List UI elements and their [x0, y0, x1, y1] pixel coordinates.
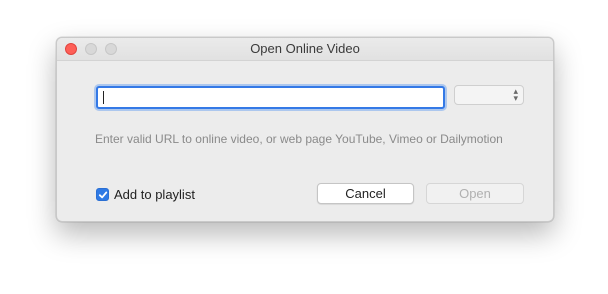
window-title: Open Online Video — [250, 41, 360, 56]
add-to-playlist-checkbox[interactable] — [96, 187, 109, 201]
url-hint-text: Enter valid URL to online video, or web … — [95, 132, 503, 146]
open-button[interactable]: Open — [426, 183, 524, 204]
add-to-playlist-row[interactable]: Add to playlist — [96, 186, 195, 202]
title-bar: Open Online Video — [57, 38, 553, 61]
source-select[interactable]: ▴ ▾ — [454, 85, 524, 105]
updown-chevron-icon: ▴ ▾ — [513, 86, 518, 103]
url-input[interactable] — [96, 86, 445, 109]
text-caret — [103, 91, 104, 104]
checkmark-icon — [98, 191, 108, 198]
add-to-playlist-label: Add to playlist — [114, 186, 195, 202]
open-online-video-dialog: Open Online Video ▴ ▾ Enter valid URL to … — [56, 37, 554, 222]
cancel-button[interactable]: Cancel — [317, 183, 414, 204]
